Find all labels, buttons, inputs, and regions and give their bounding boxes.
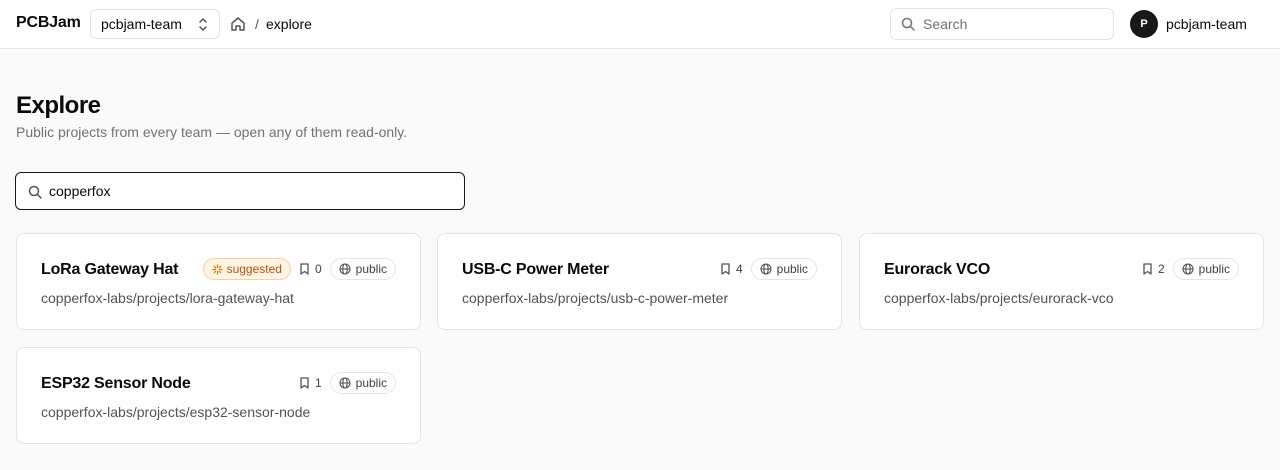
bookmark-icon	[300, 263, 309, 275]
star-count[interactable]: 2	[1142, 262, 1165, 276]
project-meta: 4 public	[720, 258, 817, 280]
search-icon	[901, 17, 915, 31]
globe-icon	[339, 377, 351, 389]
home-icon[interactable]	[230, 16, 246, 32]
brand-logo[interactable]: PCBJam	[16, 14, 81, 32]
star-count-value: 1	[314, 376, 322, 390]
page-title: Explore	[16, 92, 101, 119]
globe-icon	[1182, 263, 1194, 275]
visibility-badge: public	[750, 258, 817, 280]
global-search-input[interactable]	[923, 9, 1109, 39]
bookmark-icon	[721, 263, 730, 275]
project-filter[interactable]	[15, 172, 465, 210]
search-icon	[28, 185, 42, 199]
star-count[interactable]: 1	[299, 376, 322, 390]
project-meta: 2 public	[1142, 258, 1239, 280]
project-path: copperfox-labs/projects/usb-c-power-mete…	[462, 290, 729, 306]
project-path: copperfox-labs/projects/lora-gateway-hat	[41, 290, 294, 306]
project-name[interactable]: USB-C Power Meter	[462, 261, 609, 279]
project-name[interactable]: Eurorack VCO	[884, 261, 990, 279]
top-bar: PCBJam pcbjam-team / explore P pcbjam-te…	[0, 0, 1280, 49]
suggested-badge: suggested	[202, 258, 291, 280]
team-switcher-label: pcbjam-team	[101, 16, 182, 32]
project-path: copperfox-labs/projects/esp32-sensor-nod…	[41, 404, 311, 420]
globe-icon	[339, 263, 351, 275]
global-search[interactable]	[890, 8, 1114, 40]
project-card[interactable]: ESP32 Sensor Node 1 public copperfox-lab…	[16, 347, 421, 444]
project-card[interactable]: LoRa Gateway Hat suggested 0 public copp…	[16, 233, 421, 330]
sparkle-icon	[211, 263, 223, 275]
project-card[interactable]: Eurorack VCO 2 public copperfox-labs/pro…	[859, 233, 1264, 330]
project-name[interactable]: ESP32 Sensor Node	[41, 375, 191, 393]
visibility-badge: public	[1172, 258, 1239, 280]
team-switcher[interactable]: pcbjam-team	[90, 9, 220, 39]
user-name[interactable]: pcbjam-team	[1166, 16, 1247, 32]
project-meta: 1 public	[299, 372, 396, 394]
project-meta: suggested 0 public	[202, 258, 396, 280]
breadcrumb-current: explore	[266, 16, 312, 32]
visibility-badge: public	[329, 372, 396, 394]
globe-icon	[760, 263, 772, 275]
star-count-value: 2	[1157, 262, 1165, 276]
visibility-badge: public	[329, 258, 396, 280]
page-subtitle: Public projects from every team — open a…	[16, 124, 408, 140]
project-card[interactable]: USB-C Power Meter 4 public copperfox-lab…	[437, 233, 842, 330]
visibility-label: public	[355, 376, 387, 390]
avatar[interactable]: P	[1130, 10, 1158, 38]
bookmark-icon	[1143, 263, 1152, 275]
visibility-label: public	[776, 262, 808, 276]
star-count[interactable]: 4	[720, 262, 743, 276]
project-path: copperfox-labs/projects/eurorack-vco	[884, 290, 1114, 306]
visibility-label: public	[355, 262, 387, 276]
suggested-label: suggested	[226, 262, 282, 276]
star-count-value: 4	[735, 262, 743, 276]
project-name[interactable]: LoRa Gateway Hat	[41, 261, 178, 279]
chevrons-up-down-icon	[199, 18, 207, 31]
star-count-value: 0	[314, 262, 322, 276]
bookmark-icon	[300, 377, 309, 389]
visibility-label: public	[1198, 262, 1230, 276]
project-filter-input[interactable]	[49, 173, 459, 209]
star-count[interactable]: 0	[299, 262, 322, 276]
breadcrumb-separator: /	[255, 16, 259, 32]
